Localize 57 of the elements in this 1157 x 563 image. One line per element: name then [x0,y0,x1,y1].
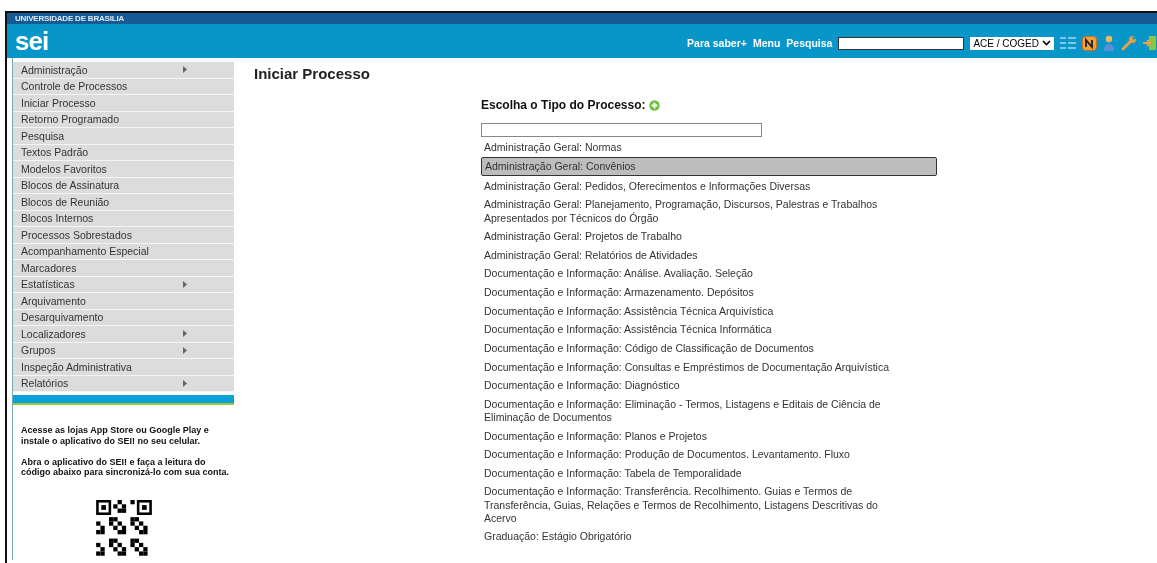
sidebar-item[interactable]: Localizadores [13,326,234,343]
sidebar-item[interactable]: Relatórios [13,375,234,392]
sidebar-item[interactable]: Pesquisa [13,128,234,145]
process-type-item[interactable]: Graduação: Estágio Obrigatório [481,528,905,546]
sidebar-item[interactable]: Administração [13,62,234,79]
user-icon[interactable] [1103,35,1115,51]
process-type-item[interactable]: Documentação e Informação: Eliminação - Termos, Listagens e Editais de Ciência de Eliminação de Documentos [481,395,905,426]
search-field[interactable] [838,36,965,50]
sidebar-item[interactable]: Blocos de Assinatura [13,177,234,194]
process-type-prompt: Escolha o Tipo do Processo: [481,98,646,112]
process-type-item[interactable]: Documentação e Informação: Diagnóstico [481,377,905,395]
sidebar-item[interactable]: Arquivamento [13,293,234,310]
sidebar-item[interactable]: Inspeção Administrativa [13,359,234,376]
sidebar-item[interactable]: Grupos [13,342,234,359]
sidebar-item[interactable]: Blocos de Reunião [13,194,234,211]
sidebar-item[interactable]: Acompanhamento Especial [13,243,234,260]
app-note: Acesse as lojas App Store ou Google Play e instale o aplicativo do SEI! no seu celular. [21,425,210,447]
process-type-item[interactable]: Administração Geral: Projetos de Trabalho [481,228,905,246]
sidebar-item[interactable]: Estatísticas [13,276,234,293]
process-type-item[interactable]: Administração Geral: Planejamento, Programação, Discursos, Palestras e Trabalhos Apresentados por Técnicos do Órgão [481,196,905,227]
sidebar-item[interactable]: Modelos Favoritos [13,161,234,178]
sidebar-item[interactable]: Controle de Processos [13,78,234,95]
process-type-item[interactable]: Documentação e Informação: Transferência. Recolhimento. Guias e Termos de Transferência, Guias, Relações e Termos de Recolhimento, Listagens Descritivas do Acervo [481,483,905,527]
sidebar-item[interactable]: Desarquivamento [13,309,234,326]
process-type-item[interactable]: Documentação e Informação: Assistência Técnica Informática [481,321,905,339]
process-type-item[interactable]: Administração Geral: Convênios [481,157,937,177]
submenu-arrow-icon [183,280,187,288]
app-note: Abra o aplicativo do SEI! e faça a leitura do código abaixo para sincronizá-lo com sua conta. [21,456,230,479]
sidebar-item[interactable]: Blocos Internos [13,210,234,227]
caret-icon [1042,40,1051,46]
exit-icon[interactable] [1143,35,1157,51]
sidebar-item[interactable]: Processos Sobrestados [13,227,234,244]
add-icon[interactable] [649,99,661,111]
sidebar-item[interactable]: Retorno Programado [13,111,234,128]
list-icon[interactable] [1060,36,1076,50]
sidebar-item[interactable]: Iniciar Processo [13,95,234,112]
process-type-item[interactable]: Documentação e Informação: Tabela de Temporalidade [481,464,905,482]
process-type-item[interactable]: Documentação e Informação: Consultas e Empréstimos de Documentação Arquivística [481,358,905,376]
unit-select[interactable]: ACE / COGED [970,36,1054,50]
wrench-icon[interactable] [1121,35,1137,51]
process-type-item[interactable]: Documentação e Informação: Planos e Projetos [481,427,905,445]
process-type-item[interactable]: Documentação e Informação: Armazenamento. Depósitos [481,284,905,302]
filter-field[interactable] [481,123,762,137]
process-type-item[interactable]: Administração Geral: Relatórios de Atividades [481,246,905,264]
note-icon[interactable] [1082,35,1097,51]
sidebar-item[interactable]: Marcadores [13,260,234,277]
submenu-arrow-icon [183,66,187,74]
process-type-item[interactable]: Administração Geral: Pedidos, Oferecimentos e Informações Diversas [481,177,905,195]
process-type-item[interactable]: Documentação e Informação: Análise. Avaliação. Seleção [481,265,905,283]
page-title: Iniciar Processo [254,65,371,82]
process-type-item[interactable]: Administração Geral: Normas [481,138,905,156]
process-type-item[interactable]: Documentação e Informação: Código de Classificação de Documentos [481,339,905,357]
submenu-arrow-icon [183,379,187,387]
institution-name: UNIVERSIDADE DE BRASILIA [15,14,124,23]
sidebar-item[interactable]: Textos Padrão [13,144,234,161]
process-type-item[interactable]: Documentação e Informação: Assistência Técnica Arquivística [481,302,905,320]
process-type-item[interactable]: Documentação e Informação: Produção de Documentos. Levantamento. Fluxo [481,446,905,464]
